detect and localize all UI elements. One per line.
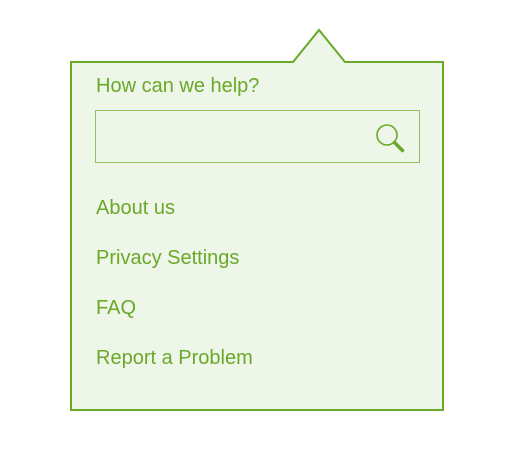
report-a-problem-link[interactable]: Report a Problem <box>96 346 253 370</box>
search-box[interactable] <box>95 110 420 163</box>
search-icon[interactable] <box>374 122 406 154</box>
help-popover-container: How can we help? About us Privacy Settin… <box>0 0 526 466</box>
help-popover: How can we help? About us Privacy Settin… <box>71 62 443 410</box>
search-input[interactable] <box>96 111 366 162</box>
about-us-link[interactable]: About us <box>96 196 175 220</box>
faq-link[interactable]: FAQ <box>96 296 136 320</box>
help-heading: How can we help? <box>96 75 260 97</box>
privacy-settings-link[interactable]: Privacy Settings <box>96 246 239 270</box>
